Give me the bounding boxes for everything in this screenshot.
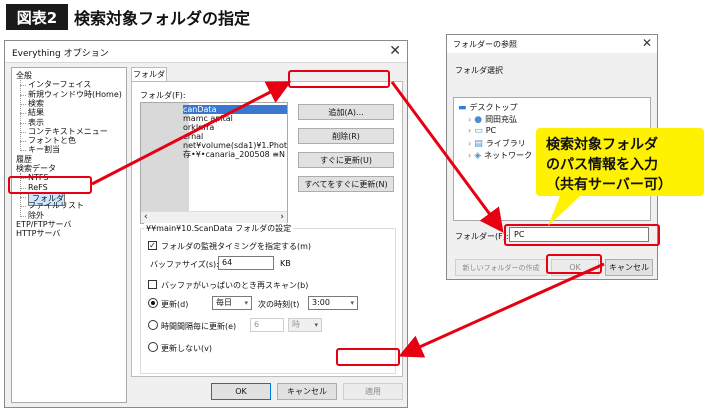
figure-title: 検索対象フォルダの指定 [74,9,251,28]
apply-button[interactable]: 適用 [343,383,403,400]
update-frequency-select[interactable]: 毎日 ▾ [212,296,252,310]
user-icon: ● [474,115,483,125]
no-update-radio-label: 更新しない(v) [161,344,212,353]
chevron-right-icon[interactable]: › [468,126,471,135]
chevron-down-icon: ▾ [350,299,354,307]
next-time-select[interactable]: 3:00 ▾ [308,296,358,310]
annotation-callout: 検索対象フォルダ のパス情報を入力 （共有サーバー可） [536,128,704,196]
chevron-down-icon: ▾ [314,321,318,329]
new-folder-button[interactable]: 新しいフォルダーの作成 [455,259,547,276]
pc-icon: ▭ [474,126,483,136]
chevron-down-icon: ▾ [244,299,248,307]
library-icon: ▤ [474,139,483,149]
browse-tree-label: 岡田充弘 [485,115,518,124]
interval-radio[interactable] [148,320,158,330]
tree-item[interactable]: HTTPサーバ [16,229,60,239]
browse-tree-item[interactable]: › ▤ ライブラリ [468,138,526,149]
list-item[interactable]: ernal [183,132,203,141]
network-icon: ◈ [474,151,482,161]
update-now-button[interactable]: すぐに更新(U) [298,152,394,168]
chevron-right-icon[interactable]: › [468,139,471,148]
browse-tree-label: PC [485,126,497,135]
remove-folder-button[interactable]: 削除(R) [298,128,394,144]
browse-cancel-button[interactable]: キャンセル [605,259,653,276]
interval-value-field[interactable]: 6 [250,318,284,332]
interval-unit-value: 時 [292,320,300,329]
buffer-unit: KB [280,259,291,268]
folder-settings-title: ¥¥main¥10.ScanData フォルダの設定 [144,223,294,234]
options-category-tree: 全般 インターフェイス 新規ウィンドウ時(Home) 検索 結果 表示 コンテキストメニュー… [11,67,127,403]
buffer-size-label: バッファサイズ(s): [150,260,219,269]
ok-button[interactable]: OK [211,383,271,400]
callout-line: のパス情報を入力 [546,157,658,173]
browse-tree-item[interactable]: ▬ デスクトップ [458,102,518,113]
rescan-full-checkbox[interactable] [148,280,157,289]
buffer-size-field[interactable]: 64 [218,256,274,270]
browse-title: フォルダーの参照 [453,40,517,49]
browse-titlebar: フォルダーの参照 ✕ [447,35,657,53]
list-item[interactable]: net¥volume(sda1)¥1.Photo [183,141,287,150]
cancel-button[interactable]: キャンセル [277,383,337,400]
tab-folders[interactable]: フォルダ [131,67,167,82]
list-item[interactable]: 存•¥•canaria_200508 ≡N [183,150,285,159]
folders-label: フォルダ(F): [140,91,186,100]
scroll-left-icon[interactable]: ‹ [144,212,148,222]
browse-folder-label: フォルダー(F): [455,232,509,241]
list-item[interactable]: mamc apital [183,114,233,123]
interval-radio-label: 時間間隔毎に更新(e) [161,322,237,331]
figure-badge: 図表2 [6,4,68,30]
list-masked-area [141,103,189,213]
browse-tree-label: ライブラリ [485,139,526,148]
browse-subtitle: フォルダ選択 [455,66,503,75]
callout-line: 検索対象フォルダ [546,137,658,153]
browse-tree-item[interactable]: › ● 岡田充弘 [468,114,517,125]
folders-panel: フォルダ(F): canData mamc apital orkInfra er… [131,81,403,377]
tree-item[interactable]: キー割当 [28,145,60,155]
browse-tree-item[interactable]: › ◈ ネットワーク [468,150,532,161]
interval-unit-select[interactable]: 時 ▾ [288,318,322,332]
options-titlebar: Everything オプション ✕ [5,41,407,63]
list-item-selected[interactable]: canData [183,105,287,114]
scroll-right-icon[interactable]: › [280,212,284,222]
highlight-ok-button [336,348,400,366]
next-time-value: 3:00 [312,298,330,307]
no-update-radio[interactable] [148,342,158,352]
desktop-icon: ▬ [458,103,467,113]
close-icon[interactable]: ✕ [642,36,652,50]
highlight-add-button [288,70,390,88]
update-radio-label: 更新(d) [161,300,189,309]
highlight-search-data [8,176,92,194]
folder-list[interactable]: canData mamc apital orkInfra ernal net¥v… [140,102,288,224]
tree-connector [20,80,21,152]
update-radio[interactable] [148,298,158,308]
highlight-browse-ok [546,254,602,274]
browse-tree-label: ネットワーク [484,151,533,160]
close-icon[interactable]: ✕ [389,43,401,59]
next-time-label: 次の時刻(t) [258,300,300,309]
update-all-now-button[interactable]: すべてをすぐに更新(N) [298,176,394,192]
highlight-folder-input [504,224,660,246]
add-folder-button[interactable]: 追加(A)... [298,104,394,120]
horizontal-scrollbar[interactable]: ‹ › [141,211,287,223]
browse-tree-item[interactable]: › ▭ PC [468,126,496,136]
chevron-right-icon[interactable]: › [468,115,471,124]
monitor-timing-label: フォルダの監視タイミングを指定する(m) [161,242,312,251]
list-item[interactable]: orkInfra [183,123,214,132]
callout-line: （共有サーバー可） [546,177,672,193]
browse-tree-label: デスクトップ [469,103,518,112]
update-frequency-value: 毎日 [216,298,232,307]
chevron-right-icon[interactable]: › [468,151,471,160]
options-title: Everything オプション [12,49,109,59]
rescan-full-label: バッファがいっぱいのとき再スキャン(b) [161,281,309,290]
monitor-timing-checkbox[interactable]: ✓ [148,241,157,250]
